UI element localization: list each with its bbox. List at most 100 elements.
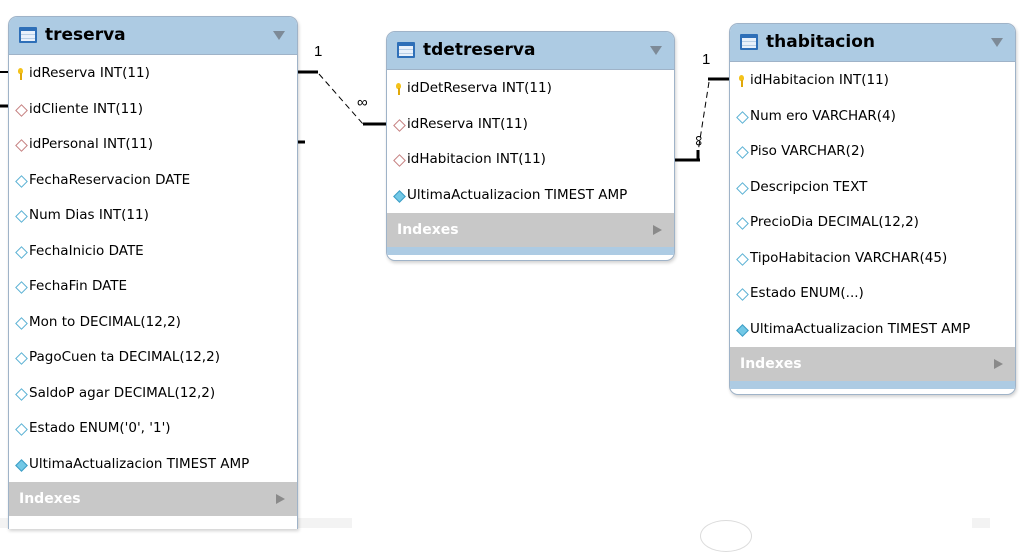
column-list: idHabitacion INT(11) Num ero VARCHAR(4) … (730, 62, 1015, 347)
column-row[interactable]: idCliente INT(11) (9, 92, 297, 128)
column-label: SaldoP agar DECIMAL(12,2) (29, 384, 216, 401)
relationship-thabitacion-tdetreserva[interactable]: 1 ∞ (674, 51, 730, 162)
table-name: tdetreserva (423, 40, 536, 60)
column-row[interactable]: Mon to DECIMAL(12,2) (9, 305, 297, 341)
collapse-arrow-icon[interactable] (273, 31, 285, 40)
attribute-icon (15, 246, 27, 258)
indexes-label: Indexes (740, 356, 802, 372)
attribute-icon (15, 352, 27, 364)
column-label: Estado ENUM('0', '1') (29, 420, 171, 436)
attribute-icon (15, 423, 27, 435)
cardinality-one: 1 (314, 43, 322, 60)
foreign-key-icon (393, 154, 405, 166)
column-label: Piso VARCHAR(2) (750, 143, 865, 159)
column-row[interactable]: UltimaActualizacion TIMEST AMP (9, 447, 297, 483)
column-row[interactable]: Piso VARCHAR(2) (730, 134, 1015, 170)
column-row[interactable]: FechaInicio DATE (9, 234, 297, 270)
column-label: UltimaActualizacion TIMEST AMP (407, 186, 628, 203)
table-header[interactable]: thabitacion (730, 24, 1015, 62)
column-row[interactable]: idDetReserva INT(11) (387, 71, 674, 107)
attribute-icon (736, 288, 748, 300)
column-label: idReserva INT(11) (407, 115, 528, 132)
column-row[interactable]: UltimaActualizacion TIMEST AMP (730, 312, 1015, 348)
attribute-icon (15, 317, 27, 329)
column-row[interactable]: idReserva INT(11) (387, 107, 674, 143)
column-label: idReserva INT(11) (29, 65, 150, 81)
column-row[interactable]: Estado ENUM('0', '1') (9, 411, 297, 447)
attribute-icon (15, 281, 27, 293)
column-list: idReserva INT(11) idCliente INT(11) idPe… (9, 55, 297, 482)
primary-key-icon (15, 68, 27, 80)
attribute-icon (736, 146, 748, 158)
timestamp-attribute-icon (15, 459, 27, 471)
indexes-section[interactable]: Indexes (730, 347, 1015, 381)
attribute-icon (15, 210, 27, 222)
column-label: idHabitacion INT(11) (407, 151, 546, 167)
column-row[interactable]: UltimaActualizacion TIMEST AMP (387, 178, 674, 214)
column-label: idPersonal INT(11) (29, 136, 154, 152)
table-footer (730, 381, 1015, 389)
attribute-icon (736, 217, 748, 229)
indexes-section[interactable]: Indexes (387, 213, 674, 247)
table-name: thabitacion (766, 32, 875, 52)
collapse-arrow-icon[interactable] (650, 46, 662, 55)
timestamp-attribute-icon (736, 324, 748, 336)
attribute-icon (736, 182, 748, 194)
column-row[interactable]: SaldoP agar DECIMAL(12,2) (9, 376, 297, 412)
column-row[interactable]: FechaReservacion DATE (9, 163, 297, 199)
column-row[interactable]: Num Dias INT(11) (9, 198, 297, 234)
relationship-treserva-tdetreserva[interactable]: 1 ∞ (298, 43, 386, 126)
cardinality-many: ∞ (690, 135, 707, 146)
column-label: Num Dias INT(11) (29, 207, 149, 223)
expand-arrow-icon[interactable] (276, 494, 285, 504)
table-treserva[interactable]: treserva idReserva INT(11) idCliente INT… (8, 16, 298, 529)
column-row[interactable]: idReserva INT(11) (9, 56, 297, 92)
table-footer (387, 247, 674, 255)
indexes-section[interactable]: Indexes (9, 482, 297, 516)
column-row[interactable]: Num ero VARCHAR(4) (730, 99, 1015, 135)
column-row[interactable]: PagoCuen ta DECIMAL(12,2) (9, 340, 297, 376)
column-label: idHabitacion INT(11) (750, 72, 889, 88)
column-label: idCliente INT(11) (29, 100, 144, 117)
column-list: idDetReserva INT(11) idReserva INT(11) i… (387, 70, 674, 213)
attribute-icon (15, 388, 27, 400)
column-label: FechaReservacion DATE (29, 171, 191, 188)
column-row[interactable]: FechaFin DATE (9, 269, 297, 305)
expand-arrow-icon[interactable] (994, 359, 1003, 369)
column-label: TipoHabitacion VARCHAR(45) (750, 249, 948, 266)
column-label: PagoCuen ta DECIMAL(12,2) (29, 349, 220, 365)
collapse-arrow-icon[interactable] (991, 38, 1003, 47)
column-row[interactable]: Estado ENUM(...) (730, 276, 1015, 312)
table-header[interactable]: treserva (9, 17, 297, 55)
column-row[interactable]: TipoHabitacion VARCHAR(45) (730, 241, 1015, 277)
table-header[interactable]: tdetreserva (387, 32, 674, 70)
table-tdetreserva[interactable]: tdetreserva idDetReserva INT(11) idReser… (386, 31, 675, 261)
column-label: UltimaActualizacion TIMEST AMP (29, 455, 250, 472)
table-name: treserva (45, 25, 126, 45)
indexes-label: Indexes (19, 491, 81, 507)
column-label: FechaInicio DATE (29, 242, 144, 259)
column-row[interactable]: idHabitacion INT(11) (387, 142, 674, 178)
column-label: PrecioDia DECIMAL(12,2) (750, 214, 919, 230)
column-label: Estado ENUM(...) (750, 285, 864, 301)
column-row[interactable]: idPersonal INT(11) (9, 127, 297, 163)
attribute-icon (15, 175, 27, 187)
cardinality-many: ∞ (357, 94, 368, 111)
primary-key-icon (736, 75, 748, 87)
timestamp-attribute-icon (393, 190, 405, 202)
indexes-label: Indexes (397, 222, 459, 238)
foreign-key-icon (15, 139, 27, 151)
column-label: FechaFin DATE (29, 278, 128, 294)
column-label: Num ero VARCHAR(4) (750, 107, 896, 124)
table-icon (19, 27, 37, 43)
column-label: UltimaActualizacion TIMEST AMP (750, 320, 971, 337)
table-icon (397, 42, 415, 58)
column-label: Descripcion TEXT (750, 178, 868, 195)
column-row[interactable]: PrecioDia DECIMAL(12,2) (730, 205, 1015, 241)
table-thabitacion[interactable]: thabitacion idHabitacion INT(11) Num ero… (729, 23, 1016, 395)
expand-arrow-icon[interactable] (653, 225, 662, 235)
column-row[interactable]: Descripcion TEXT (730, 170, 1015, 206)
primary-key-icon (393, 83, 405, 95)
column-row[interactable]: idHabitacion INT(11) (730, 63, 1015, 99)
attribute-icon (736, 111, 748, 123)
